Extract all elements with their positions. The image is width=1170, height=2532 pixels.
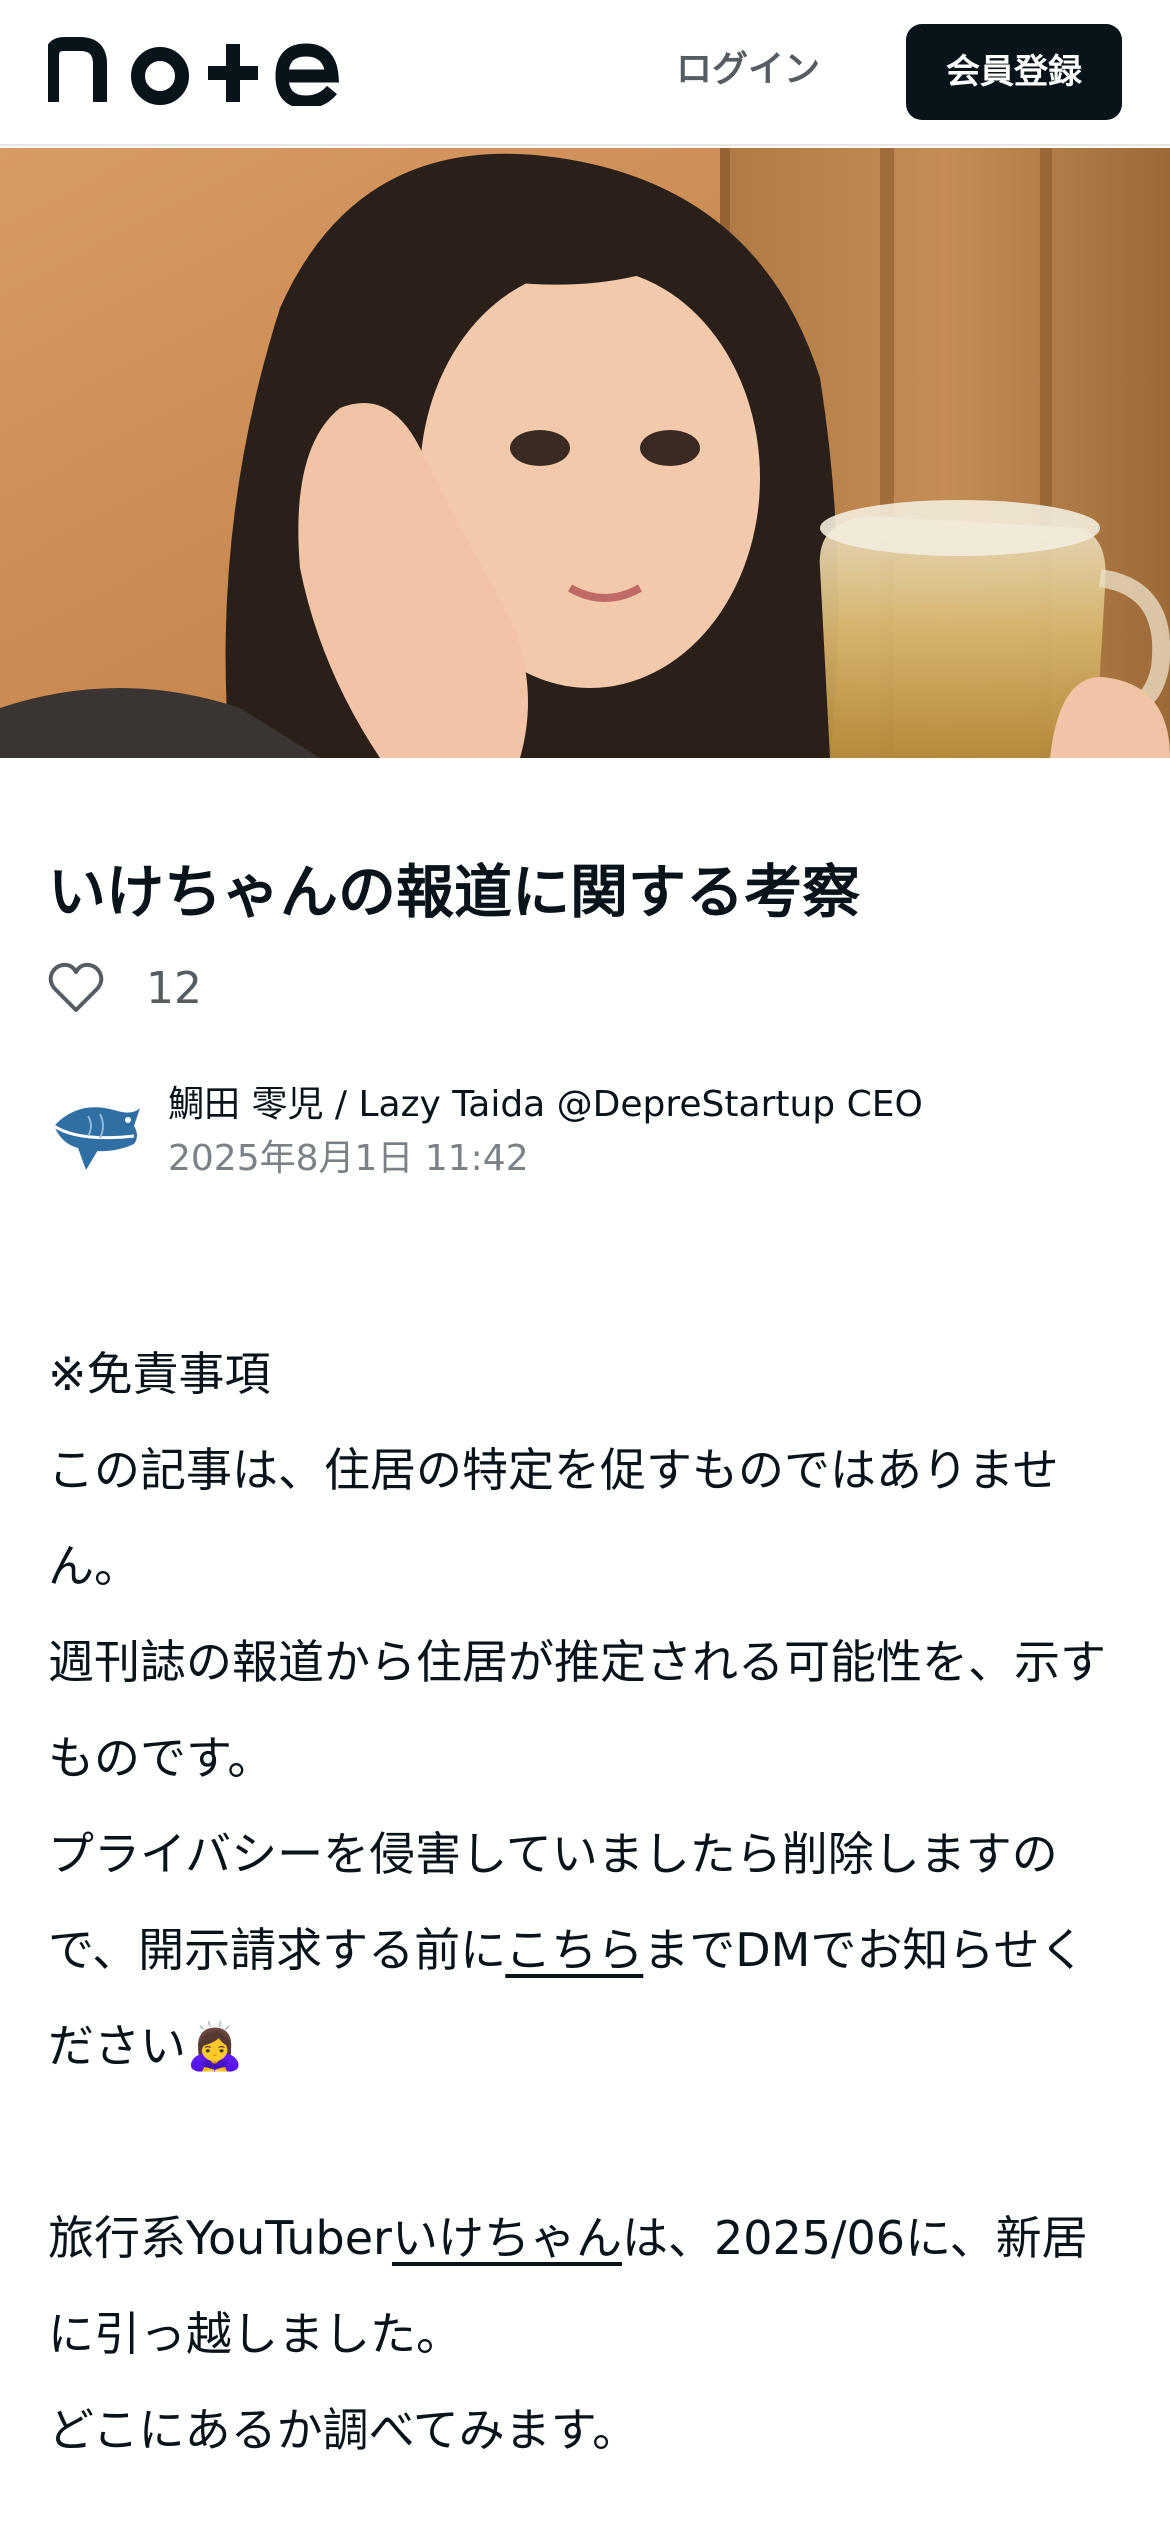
paragraph: 旅行系YouTuberいけちゃんは、2025/06に、新居に引っ越しました。: [48, 2190, 1128, 2382]
article-body: ※免責事項 この記事は、住居の特定を促すものではありません。 週刊誌の報道から住…: [48, 1326, 1128, 2478]
paragraph: 週刊誌の報道から住居が推定される可能性を、示すものです。: [48, 1635, 1106, 1785]
login-link[interactable]: ログイン: [668, 40, 828, 100]
paragraph: どこにあるか調べてみます。: [48, 2403, 639, 2457]
author-info: 鯛田 零児 / Lazy Taida @DepreStartup CEO 202…: [48, 1078, 1128, 1188]
hero-image: [0, 148, 1170, 758]
note-logo[interactable]: note: [48, 36, 340, 106]
heart-icon[interactable]: [48, 962, 104, 1014]
signup-button[interactable]: 会員登録: [906, 24, 1122, 120]
author-avatar[interactable]: [48, 1086, 144, 1182]
paragraph-text: 旅行系YouTuber: [48, 2211, 392, 2265]
paragraph: この記事は、住居の特定を促すものではありません。: [48, 1443, 1059, 1593]
author-name[interactable]: 鯛田 零児 / Lazy Taida @DepreStartup CEO: [168, 1078, 923, 1132]
like-count: 12: [146, 962, 202, 1014]
site-header: note ログイン 会員登録: [0, 0, 1170, 146]
post-date: 2025年8月1日 11:42: [168, 1138, 529, 1179]
paragraph: プライバシーを侵害していましたら削除しますので、開示請求する前にこちらまでDMで…: [48, 1806, 1128, 2094]
article-title: いけちゃんの報道に関する考察: [48, 858, 861, 926]
youtuber-link[interactable]: いけちゃん: [392, 2211, 622, 2265]
contact-link[interactable]: こちら: [505, 1923, 643, 1977]
disclaimer-heading: ※免責事項: [48, 1347, 271, 1401]
like-row: 12: [48, 952, 202, 1024]
